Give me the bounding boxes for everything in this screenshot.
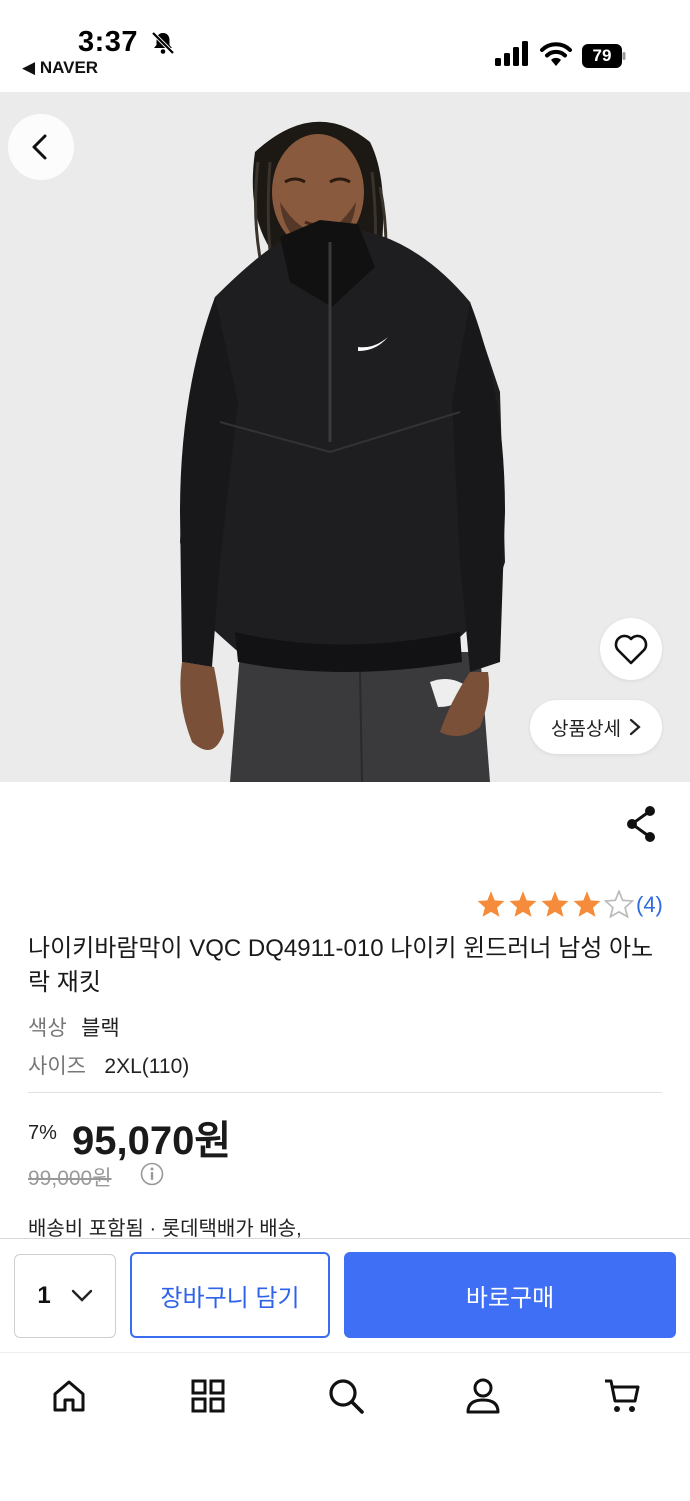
color-label: 색상 <box>28 1017 67 1040</box>
size-value: 2XL(110) <box>104 1055 190 1078</box>
star-empty-icon <box>604 890 634 918</box>
info-icon[interactable] <box>140 1162 164 1186</box>
product-detail-label: 상품상세 <box>551 718 621 740</box>
buy-now-button[interactable]: 바로구매 <box>344 1252 676 1338</box>
back-app-label: NAVER <box>39 58 99 77</box>
color-option: 색상 블랙 <box>28 1012 120 1042</box>
chevron-left-icon <box>32 134 47 160</box>
size-label: 사이즈 <box>28 1055 86 1078</box>
back-triangle-icon: ◀ <box>22 58 36 77</box>
product-image[interactable] <box>0 92 690 782</box>
cart-icon <box>605 1379 640 1412</box>
tab-categories[interactable] <box>186 1374 230 1418</box>
star-filled-icon <box>477 891 505 917</box>
size-option: 사이즈 2XL(110) <box>28 1050 189 1080</box>
share-icon[interactable] <box>624 804 660 844</box>
tab-my-page[interactable] <box>461 1374 505 1418</box>
add-to-cart-button[interactable]: 장바구니 담기 <box>130 1252 330 1338</box>
shipping-info: 배송비 포함됨 · 롯데택배가 배송, <box>28 1218 302 1240</box>
tab-cart[interactable] <box>600 1374 644 1418</box>
chevron-right-icon <box>629 718 641 736</box>
color-value: 블랙 <box>81 1017 120 1040</box>
wifi-icon <box>540 42 572 66</box>
sale-price: 95,070원 <box>72 1119 232 1163</box>
quantity-select[interactable]: 1 <box>14 1254 116 1338</box>
product-detail-button[interactable]: 상품상세 <box>530 700 662 754</box>
wishlist-button[interactable] <box>600 618 662 680</box>
home-icon <box>53 1380 85 1412</box>
star-filled-icon <box>573 891 601 917</box>
status-time: 3:37 <box>78 26 139 58</box>
discount-rate: 7% <box>28 1122 57 1144</box>
chevron-down-icon <box>71 1289 92 1302</box>
star-filled-icon <box>541 891 569 917</box>
divider <box>28 1092 662 1093</box>
heart-icon <box>614 634 648 665</box>
back-button[interactable] <box>8 114 74 180</box>
quantity-value: 1 <box>37 1282 51 1309</box>
battery-indicator: 79 <box>582 44 626 68</box>
product-photo <box>0 92 690 782</box>
battery-level: 79 <box>592 46 612 65</box>
original-price: 99,000원 <box>28 1167 112 1190</box>
bell-muted-icon <box>151 31 175 55</box>
rating-stars[interactable] <box>476 890 634 918</box>
tab-search[interactable] <box>324 1374 368 1418</box>
back-to-app-link[interactable]: ◀ NAVER <box>22 58 98 78</box>
search-icon <box>329 1379 364 1414</box>
grid-icon <box>191 1379 225 1413</box>
cellular-signal-icon <box>495 41 528 66</box>
star-filled-icon <box>509 891 537 917</box>
tab-home[interactable] <box>47 1374 91 1418</box>
review-count-link[interactable]: (4) <box>636 892 663 918</box>
user-icon <box>466 1378 500 1414</box>
product-title: 나이키바람막이 VQC DQ4911-010 나이키 윈드러너 남성 아노락 재… <box>28 935 654 996</box>
